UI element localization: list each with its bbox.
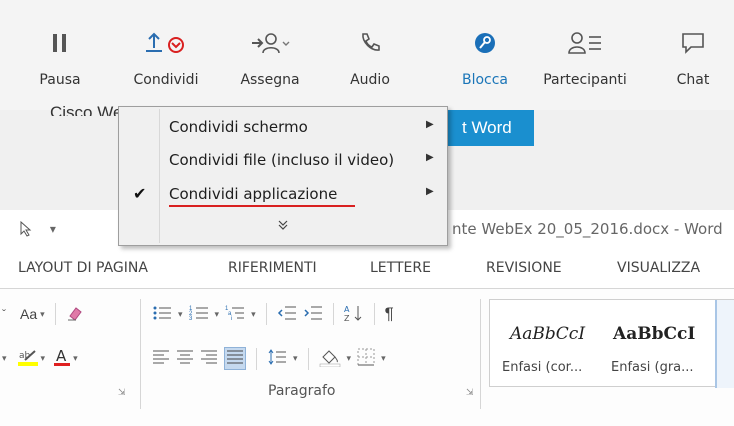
highlight-color-icon[interactable]: ab — [17, 347, 39, 370]
lock-button[interactable]: Blocca — [453, 0, 517, 110]
webex-toolbar: Pausa Condividi Assegna Audio Blocca Par… — [0, 0, 734, 110]
svg-text:A: A — [56, 347, 67, 365]
tab-mailings[interactable]: LETTERE — [370, 260, 431, 276]
styles-gallery: AaBbCcI Enfasi (cor... AaBbCcI Enfasi (g… — [489, 299, 734, 388]
menu-item-label: Condividi file (incluso il video) — [169, 151, 395, 169]
style-next-partial[interactable] — [715, 300, 734, 388]
paragraph-dialog-launcher-icon[interactable]: ⇲ — [466, 387, 474, 398]
font-row-2: ▾ ab ▾ A ▾ — [2, 347, 78, 370]
participants-icon — [567, 28, 603, 58]
pause-label: Pausa — [39, 72, 81, 88]
numbering-icon[interactable]: 123 — [189, 304, 209, 325]
chevron-down-icon: ▾ — [178, 308, 183, 319]
svg-text:A: A — [344, 305, 350, 314]
tab-layout[interactable]: LAYOUT DI PAGINA — [18, 260, 148, 276]
font-dialog-launcher-icon[interactable]: ⇲ — [118, 387, 126, 398]
borders-icon[interactable] — [357, 348, 375, 369]
assign-person-icon — [250, 28, 290, 58]
paragraph-row-1: ▾ 123 ▾ 1ai ▾ AZ ¶ — [152, 303, 394, 325]
share-upload-icon — [144, 28, 188, 58]
chevron-down-icon: ▾ — [293, 353, 298, 363]
menu-item-share-screen[interactable]: Condividi schermo ▶ — [119, 111, 447, 143]
increase-indent-icon[interactable] — [303, 304, 323, 325]
change-case-label: Aa — [20, 306, 38, 322]
align-left-icon[interactable] — [152, 349, 170, 368]
lock-key-icon — [474, 28, 496, 58]
menu-item-label: Condividi applicazione — [169, 185, 338, 203]
svg-text:Z: Z — [344, 314, 350, 322]
style-sample: AaBbCcI — [613, 324, 696, 344]
tab-references[interactable]: RIFERIMENTI — [228, 260, 317, 276]
assign-button[interactable]: Assegna — [228, 0, 312, 110]
line-spacing-icon[interactable] — [267, 348, 287, 369]
share-label: Condividi — [133, 72, 199, 88]
chevron-down-icon: ▾ — [346, 353, 352, 363]
checkmark-icon: ✔ — [133, 184, 147, 203]
style-sample: AaBbCcI — [510, 324, 586, 344]
chat-bubble-icon — [681, 28, 705, 58]
change-case-dropdown[interactable]: Aa ▾ — [20, 306, 45, 322]
align-right-icon[interactable] — [200, 349, 218, 368]
font-color-icon[interactable]: A — [53, 347, 71, 370]
bullets-icon[interactable] — [152, 304, 172, 325]
clear-formatting-icon[interactable] — [66, 304, 84, 325]
shading-icon[interactable] — [319, 347, 341, 370]
style-emphasis-subtle[interactable]: AaBbCcI Enfasi (cor... — [490, 300, 605, 388]
cursor-icon[interactable] — [20, 220, 36, 237]
svg-text:i: i — [231, 316, 232, 322]
sort-icon[interactable]: AZ — [344, 304, 364, 325]
decrease-indent-icon[interactable] — [277, 304, 297, 325]
participants-label: Partecipanti — [543, 72, 627, 88]
style-name: Enfasi (cor... — [502, 360, 583, 375]
chevron-down-icon: ▾ — [214, 308, 220, 319]
font-row-1: ˇ Aa ▾ — [2, 303, 84, 325]
quick-access-toolbar: ▾ — [20, 220, 56, 237]
lock-label: Blocca — [461, 72, 509, 88]
share-button[interactable]: Condividi — [125, 0, 207, 110]
menu-item-share-file[interactable]: Condividi file (incluso il video) ▶ — [119, 144, 447, 176]
menu-item-label: Condividi schermo — [169, 118, 308, 136]
submenu-arrow-icon: ▶ — [426, 152, 434, 163]
chevron-down-icon: ▾ — [73, 353, 78, 363]
menu-item-share-application[interactable]: ✔ Condividi applicazione ▶ — [119, 178, 447, 210]
style-emphasis-strong[interactable]: AaBbCcI Enfasi (gra... — [605, 300, 713, 388]
ribbon-tabs: LAYOUT DI PAGINA RIFERIMENTI LETTERE REV… — [0, 248, 734, 288]
customize-qat-icon[interactable]: ▾ — [50, 222, 56, 236]
chevron-down-icon: ▾ — [40, 308, 45, 319]
align-center-icon[interactable] — [176, 349, 194, 368]
ribbon-body: ˇ Aa ▾ ▾ ab ▾ A ▾ ▾ 123 ▾ 1 a i ▾ A Z ¶ … — [0, 288, 734, 426]
chevron-down-icon: ▾ — [40, 353, 46, 363]
submenu-arrow-icon: ▶ — [426, 119, 434, 130]
justify-icon[interactable] — [224, 347, 246, 370]
participants-button[interactable]: Partecipanti — [530, 0, 640, 110]
expand-more-icon[interactable] — [277, 219, 289, 234]
paragraph-row-2: ▾ ▾ ▾ — [152, 347, 386, 370]
chat-button[interactable]: Chat — [664, 0, 722, 110]
pause-button[interactable]: Pausa — [30, 0, 90, 110]
chevron-down-icon: ▾ — [251, 308, 256, 319]
paragraph-group-label: Paragrafo — [268, 383, 336, 399]
pause-icon — [53, 28, 67, 58]
chevron-down-icon: ▾ — [2, 353, 7, 363]
red-underline-annotation — [169, 205, 355, 207]
submenu-arrow-icon: ▶ — [426, 186, 434, 197]
tab-view[interactable]: VISUALIZZA — [617, 260, 700, 276]
style-name: Enfasi (gra... — [611, 360, 694, 375]
show-formatting-icon[interactable]: ¶ — [385, 304, 394, 324]
phone-icon — [359, 28, 381, 58]
tab-review[interactable]: REVISIONE — [486, 260, 562, 276]
document-title: nte WebEx 20_05_2016.docx - Word — [452, 220, 723, 238]
multilevel-list-icon[interactable]: 1ai — [225, 304, 245, 325]
font-size-increase-icon[interactable]: ˇ — [2, 307, 6, 321]
audio-button[interactable]: Audio — [340, 0, 400, 110]
share-context-menu: Condividi schermo ▶ Condividi file (incl… — [118, 106, 448, 246]
share-word-button[interactable]: t Word — [434, 110, 534, 146]
chevron-down-icon: ▾ — [381, 353, 386, 363]
audio-label: Audio — [350, 72, 390, 88]
chat-label: Chat — [676, 72, 710, 88]
assign-label: Assegna — [240, 72, 300, 88]
svg-text:3: 3 — [189, 316, 193, 322]
share-word-label: t Word — [462, 118, 512, 137]
